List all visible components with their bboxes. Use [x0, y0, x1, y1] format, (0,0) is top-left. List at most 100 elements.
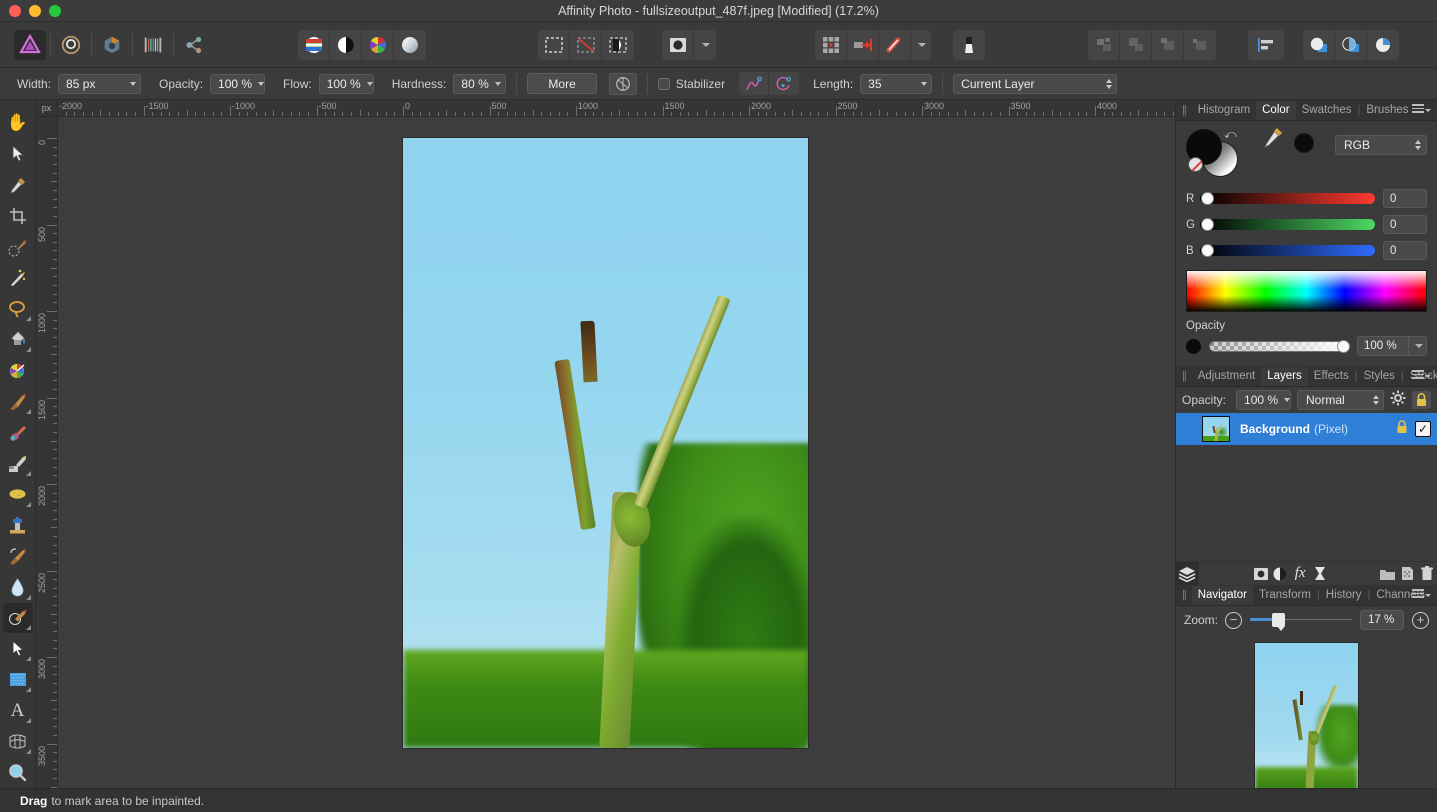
stepper-arrows[interactable] — [1106, 79, 1112, 89]
layers-panel-menu-icon[interactable] — [1412, 370, 1431, 379]
paint-brush-tool[interactable] — [3, 386, 33, 417]
vertical-ruler[interactable]: 0500100015002000250030003500 — [36, 117, 58, 788]
navigator-panel-menu-icon[interactable] — [1412, 589, 1431, 598]
layer-visibility-checkbox[interactable]: ✓ — [1415, 421, 1431, 437]
grid-icon[interactable] — [815, 30, 847, 60]
layer-settings-gear-icon[interactable] — [1390, 390, 1406, 411]
channel-value-g[interactable]: 0 — [1383, 215, 1427, 234]
length-input[interactable]: 35 — [860, 74, 932, 94]
tab-transform[interactable]: Transform — [1253, 586, 1317, 605]
crop-tool[interactable] — [3, 201, 33, 232]
navigator-thumbnail[interactable] — [1254, 642, 1359, 792]
navigator-preview[interactable] — [1176, 634, 1437, 799]
symmetry-icon[interactable] — [609, 73, 637, 95]
no-color-swatch[interactable] — [1188, 157, 1203, 172]
zoom-value-input[interactable]: 17 % — [1360, 610, 1404, 630]
opacity-input[interactable]: 100 % — [210, 74, 265, 94]
panel-grip-icon[interactable]: || — [1182, 370, 1186, 382]
magnet-dropdown-icon[interactable] — [911, 30, 931, 60]
channel-slider-g[interactable] — [1200, 219, 1375, 230]
slider-knob[interactable] — [1272, 613, 1285, 627]
undo-brush-tool[interactable] — [3, 541, 33, 572]
tab-swatches[interactable]: Swatches — [1296, 101, 1358, 120]
slider-knob[interactable] — [1201, 192, 1214, 205]
plus-circle-icon[interactable]: + — [1412, 612, 1429, 629]
dodge-brush-tool[interactable] — [3, 479, 33, 510]
magnet-icon[interactable] — [879, 30, 911, 60]
document-canvas[interactable] — [403, 138, 808, 748]
zoom-slider[interactable] — [1250, 613, 1352, 627]
move-to-front-icon[interactable] — [1088, 30, 1120, 60]
tab-brushes[interactable]: Brushes — [1360, 101, 1414, 120]
layer-lock-icon[interactable] — [1396, 420, 1408, 439]
window-stabilizer-icon[interactable] — [769, 72, 799, 95]
marquee-select-icon[interactable] — [538, 30, 570, 60]
color-panel-menu-icon[interactable] — [1412, 104, 1431, 113]
channel-value-r[interactable]: 0 — [1383, 189, 1427, 208]
tab-styles[interactable]: Styles — [1358, 367, 1401, 386]
tab-effects[interactable]: Effects — [1308, 367, 1355, 386]
tab-histogram[interactable]: Histogram — [1192, 101, 1256, 120]
live-filter-icon[interactable] — [394, 30, 426, 60]
layer-lock-icon[interactable] — [1412, 391, 1431, 409]
canvas-viewport[interactable] — [58, 117, 1175, 788]
channel-slider-r[interactable] — [1200, 193, 1375, 204]
boolean-add-icon[interactable] — [1303, 30, 1335, 60]
new-pixel-layer-icon[interactable] — [1398, 562, 1418, 586]
layers-list[interactable]: Background (Pixel) ✓ — [1176, 413, 1437, 561]
zoom-tool[interactable] — [3, 757, 33, 788]
channel-slider-b[interactable] — [1200, 245, 1375, 256]
flow-input[interactable]: 100 % — [319, 74, 374, 94]
view-tool[interactable]: ✋ — [3, 108, 33, 139]
panel-grip-icon[interactable]: || — [1182, 589, 1186, 601]
opacity-field-group[interactable]: 100 % — [1357, 336, 1427, 356]
boolean-subtract-icon[interactable] — [1335, 30, 1367, 60]
freehand-selection-tool[interactable] — [3, 293, 33, 324]
erase-brush-tool[interactable] — [3, 448, 33, 479]
mesh-warp-tool[interactable] — [3, 726, 33, 757]
ruler-unit-corner[interactable]: px — [36, 100, 58, 117]
delete-icon[interactable] — [1417, 562, 1437, 586]
move-to-back-icon[interactable] — [1184, 30, 1216, 60]
minus-circle-icon[interactable]: − — [1225, 612, 1242, 629]
refine-selection-icon[interactable] — [602, 30, 634, 60]
node-tool[interactable] — [3, 633, 33, 664]
mask-icon[interactable] — [1251, 562, 1271, 586]
stepper-arrows[interactable] — [1373, 395, 1379, 405]
fx-icon[interactable]: fx — [1290, 562, 1310, 586]
tab-navigator[interactable]: Navigator — [1192, 586, 1253, 605]
rope-stabilizer-icon[interactable] — [739, 72, 769, 95]
align-icon[interactable] — [1248, 30, 1284, 60]
persona-liquify-icon[interactable] — [55, 30, 87, 60]
slider-knob[interactable] — [1337, 340, 1350, 353]
selection-brush-tool[interactable] — [3, 232, 33, 263]
color-picker-icon[interactable] — [1264, 127, 1284, 154]
live-filter-icon[interactable] — [1310, 562, 1330, 586]
blend-mode-select[interactable]: Normal — [1297, 390, 1384, 410]
blur-brush-tool[interactable] — [3, 572, 33, 603]
flood-select-tool[interactable] — [3, 263, 33, 294]
color-wheel-icon[interactable] — [362, 30, 394, 60]
color-swatches[interactable]: ⤺ — [1186, 129, 1246, 175]
panel-grip-icon[interactable]: || — [1182, 104, 1186, 116]
assistant-icon[interactable] — [298, 30, 330, 60]
snap-to-edge-icon[interactable] — [847, 30, 879, 60]
persona-photo-icon[interactable] — [14, 30, 46, 60]
deselect-icon[interactable] — [570, 30, 602, 60]
inpainting-tool-icon[interactable] — [953, 30, 985, 60]
slider-knob[interactable] — [1201, 244, 1214, 257]
table-row[interactable]: Background (Pixel) ✓ — [1176, 413, 1437, 445]
stabilizer-checkbox[interactable]: Stabilizer — [658, 77, 725, 91]
mask-dropdown-icon[interactable] — [694, 30, 716, 60]
more-button[interactable]: More — [527, 73, 596, 94]
opacity-dropdown-button[interactable] — [1409, 336, 1427, 356]
levels-icon[interactable] — [330, 30, 362, 60]
persona-develop-icon[interactable] — [96, 30, 128, 60]
layer-opacity-input[interactable]: 100 % — [1236, 390, 1291, 410]
opacity-slider[interactable] — [1209, 341, 1349, 352]
color-opacity-value[interactable]: 100 % — [1357, 336, 1409, 356]
checkbox-box[interactable] — [658, 78, 670, 90]
rectangle-tool[interactable] — [3, 664, 33, 695]
persona-tonemap-icon[interactable] — [137, 30, 169, 60]
tab-adjustment[interactable]: Adjustment — [1192, 367, 1262, 386]
